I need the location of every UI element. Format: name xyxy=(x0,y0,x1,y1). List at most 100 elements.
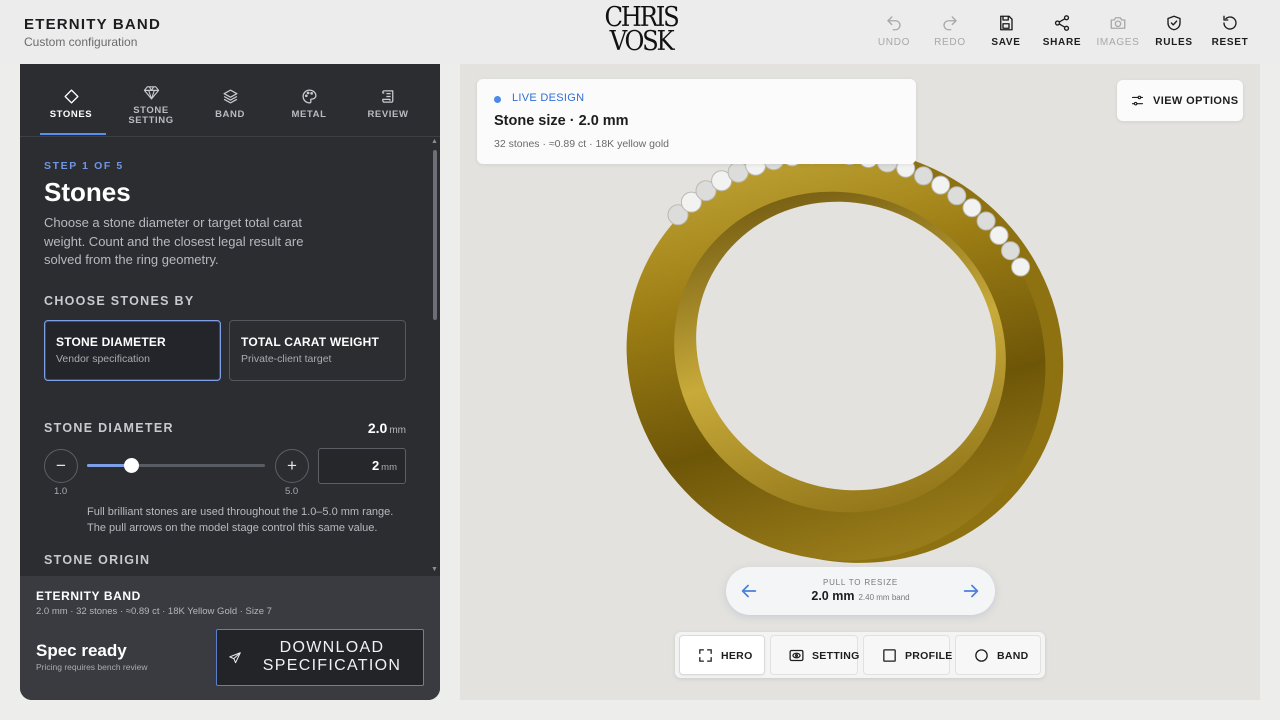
view-hero-button[interactable]: HERO xyxy=(679,635,765,675)
tabs-divider xyxy=(20,136,440,137)
stone-diameter-heading: STONE DIAMETER xyxy=(44,421,174,435)
ring-render[interactable] xyxy=(600,140,1080,580)
reset-label: RESET xyxy=(1211,37,1249,48)
increase-diameter-button[interactable]: + xyxy=(275,449,309,483)
reset-button[interactable]: RESET xyxy=(1202,14,1258,48)
panel-scrollbar-thumb[interactable] xyxy=(433,150,437,320)
option-subtitle: Private-client target xyxy=(241,353,332,365)
top-bar: ETERNITY BAND Custom configuration CHRIS… xyxy=(0,0,1280,64)
camera-icon xyxy=(1110,17,1126,29)
slider-max-label: 5.0 xyxy=(285,486,299,497)
resize-control[interactable]: PULL TO RESIZE 2.0 mm 2.40 mm band xyxy=(726,567,995,615)
rules-button[interactable]: RULES xyxy=(1146,14,1202,48)
diameter-input-value: 2 xyxy=(371,458,380,473)
slider-min-label: 1.0 xyxy=(54,486,68,497)
diamond-stone xyxy=(976,211,996,231)
view-band-button[interactable]: BAND xyxy=(955,635,1041,675)
arrow-right-icon[interactable] xyxy=(960,580,982,602)
undo-label: UNDO xyxy=(877,37,911,48)
layers-icon xyxy=(222,89,238,104)
view-setting-button[interactable]: SETTING xyxy=(770,635,860,675)
decrease-diameter-button[interactable]: − xyxy=(44,449,78,483)
stone-diameter-option[interactable]: STONE DIAMETER Vendor specification xyxy=(44,320,221,381)
eye-icon xyxy=(789,649,804,662)
step-tabs: STONES STONE SETTING BAND METAL REVIEW xyxy=(20,64,440,136)
diameter-unit: mm xyxy=(389,425,406,436)
shield-check-icon xyxy=(1167,15,1181,31)
summary-footer: ETERNITY BAND 2.0 mm · 32 stones · ≈0.89… xyxy=(20,576,440,700)
summary-title: ETERNITY BAND xyxy=(36,589,141,603)
logo-line-2: VOSK xyxy=(609,26,675,57)
expand-icon xyxy=(699,649,712,662)
share-label: SHARE xyxy=(1042,37,1082,48)
download-label: DOWNLOAD SPECIFICATION xyxy=(262,639,402,674)
tab-review[interactable]: REVIEW xyxy=(353,88,423,120)
view-label: SETTING xyxy=(812,650,860,662)
summary-meta: 2.0 mm · 32 stones · ≈0.89 ct · 18K Yell… xyxy=(36,606,272,617)
step-description: Choose a stone diameter or target total … xyxy=(44,215,304,267)
tab-stones[interactable]: STONES xyxy=(36,88,106,120)
redo-label: REDO xyxy=(934,37,966,48)
camera-view-bar: HERO SETTING PROFILE BAND xyxy=(675,632,1045,678)
tab-label: STONE SETTING xyxy=(128,105,174,126)
diamond-stone xyxy=(962,198,982,218)
brand-logo[interactable]: CHRIS VOSK xyxy=(596,4,686,58)
share-icon xyxy=(1054,15,1070,31)
download-specification-button[interactable]: DOWNLOAD SPECIFICATION xyxy=(216,629,424,686)
diameter-input[interactable]: 2 mm xyxy=(318,448,406,484)
configurator-panel: STONES STONE SETTING BAND METAL REVIEW ▲… xyxy=(20,64,440,700)
tab-band[interactable]: BAND xyxy=(195,88,265,120)
reset-icon xyxy=(1223,15,1237,30)
total-carat-weight-option[interactable]: TOTAL CARAT WEIGHT Private-client target xyxy=(229,320,406,381)
diamond-stone xyxy=(989,225,1009,245)
square-icon xyxy=(883,649,896,662)
diamond-stone xyxy=(1011,257,1031,277)
view-profile-button[interactable]: PROFILE xyxy=(863,635,953,675)
undo-icon xyxy=(887,16,901,31)
live-design-meta: 32 stones · ≈0.89 ct · 18K yellow gold xyxy=(494,138,670,150)
active-tab-indicator xyxy=(40,133,106,135)
save-button[interactable]: SAVE xyxy=(978,14,1034,48)
images-button[interactable]: IMAGES xyxy=(1090,14,1146,48)
tab-label: STONES xyxy=(49,109,93,120)
live-design-title: Stone size · 2.0 mm xyxy=(494,113,629,129)
view-options-label: VIEW OPTIONS xyxy=(1153,95,1239,107)
scroll-icon xyxy=(381,90,393,103)
tab-stone-setting[interactable]: STONE SETTING xyxy=(116,84,186,126)
redo-icon xyxy=(943,16,957,31)
scroll-up-arrow[interactable]: ▲ xyxy=(431,138,438,145)
view-label: PROFILE xyxy=(905,650,953,662)
product-subtitle: Custom configuration xyxy=(24,35,138,49)
diameter-note: Full brilliant stones are used throughou… xyxy=(87,506,394,534)
stone-diameter-value: 2.0 mm xyxy=(368,420,406,436)
diameter-slider-thumb[interactable] xyxy=(124,458,139,473)
live-design-card: LIVE DESIGN Stone size · 2.0 mm 32 stone… xyxy=(477,79,916,164)
circle-icon xyxy=(975,649,988,662)
live-design-label: LIVE DESIGN xyxy=(512,92,585,104)
redo-button[interactable]: REDO xyxy=(922,14,978,48)
diamond-stone xyxy=(1001,241,1020,261)
option-title: TOTAL CARAT WEIGHT xyxy=(241,335,380,349)
diamond-stone xyxy=(931,175,951,195)
resize-label: PULL TO RESIZE xyxy=(822,578,899,587)
view-label: BAND xyxy=(997,650,1029,662)
save-icon xyxy=(1000,15,1013,31)
live-indicator-dot xyxy=(494,96,501,103)
rules-label: RULES xyxy=(1155,37,1193,48)
images-label: IMAGES xyxy=(1096,37,1140,48)
diameter-input-unit: mm xyxy=(381,462,397,473)
diamond-stone xyxy=(947,186,967,206)
option-subtitle: Vendor specification xyxy=(56,353,150,365)
step-indicator: STEP 1 OF 5 xyxy=(44,160,124,172)
tab-label: METAL xyxy=(291,109,327,120)
view-options-button[interactable]: VIEW OPTIONS xyxy=(1117,80,1243,121)
tab-metal[interactable]: METAL xyxy=(274,88,344,120)
share-button[interactable]: SHARE xyxy=(1034,14,1090,48)
spec-status-note: Pricing requires bench review xyxy=(36,662,148,672)
resize-band-width: 2.40 mm band xyxy=(858,593,910,602)
diameter-number: 2.0 xyxy=(367,420,388,436)
undo-button[interactable]: UNDO xyxy=(866,14,922,48)
scroll-down-arrow[interactable]: ▼ xyxy=(431,566,438,573)
sliders-icon xyxy=(1131,95,1144,106)
tab-label: BAND xyxy=(215,109,245,120)
